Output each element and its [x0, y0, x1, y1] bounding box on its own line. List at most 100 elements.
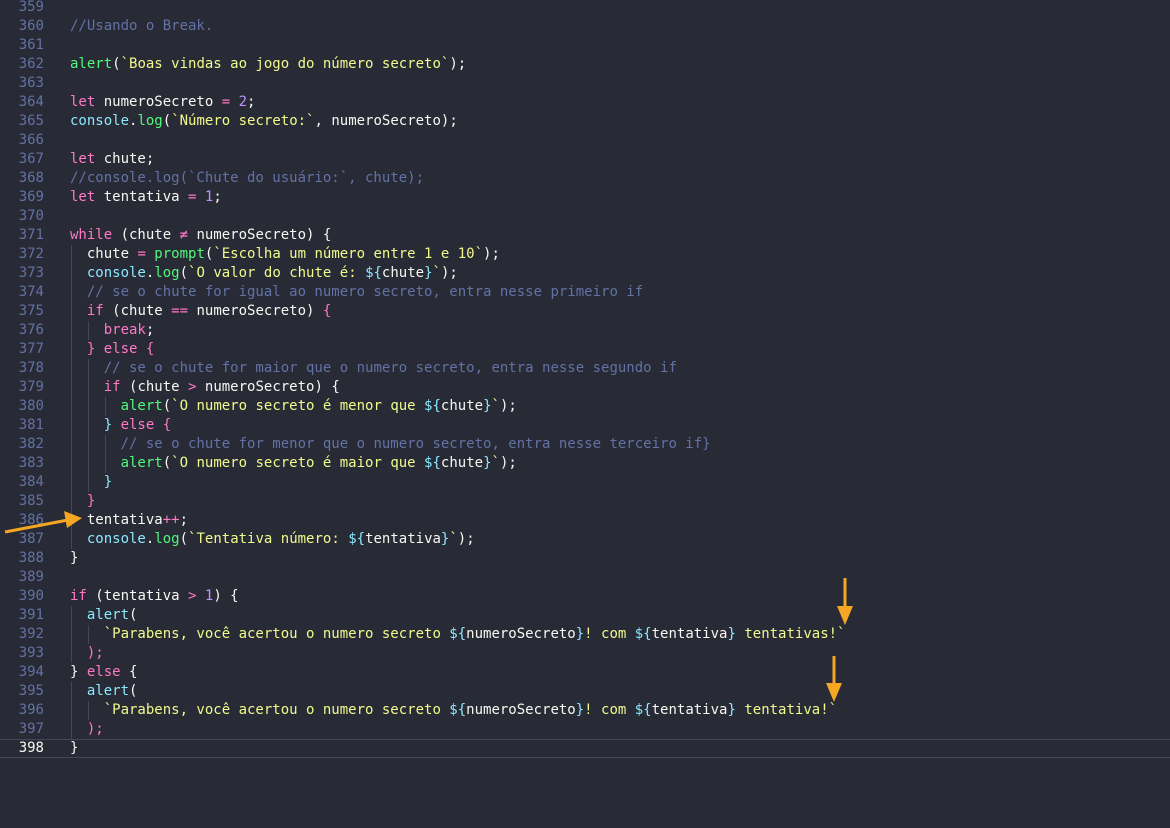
- code-token: console: [86, 265, 146, 281]
- code-line[interactable]: 387 console.log(`Tentativa número: ${tent…: [0, 530, 1170, 549]
- code-line[interactable]: 371 while (chute ≠ numeroSecreto) {: [0, 226, 1170, 245]
- code-line[interactable]: 359: [0, 0, 1170, 17]
- code-line[interactable]: 372 chute = prompt(`Escolha um número ent…: [0, 245, 1170, 264]
- code-lines[interactable]: 359 360//Usando o Break. 361 362 alert(`Boas…: [0, 0, 1170, 758]
- code-token: >: [188, 379, 205, 395]
- code-line[interactable]: 367 let chute;: [0, 150, 1170, 169]
- code-text: alert(: [87, 606, 138, 625]
- indent-guide: [71, 511, 72, 530]
- code-token: prompt: [154, 246, 205, 262]
- indent-guide: [71, 435, 72, 454]
- code-line[interactable]: 397);: [0, 720, 1170, 739]
- code-line[interactable]: 377} else {: [0, 340, 1170, 359]
- line-number: 371: [18, 227, 44, 243]
- line-number: 367: [18, 151, 44, 167]
- code-line[interactable]: 384}: [0, 473, 1170, 492]
- code-line[interactable]: 361: [0, 36, 1170, 55]
- code-token: else: [86, 664, 130, 680]
- code-token: if: [86, 303, 113, 319]
- code-line[interactable]: 382 // se o chute for menor que o numero …: [0, 435, 1170, 454]
- code-token: ${: [424, 455, 441, 471]
- code-line[interactable]: 381} else {: [0, 416, 1170, 435]
- code-token: (: [162, 455, 172, 471]
- code-line[interactable]: 395 alert(: [0, 682, 1170, 701]
- code-token: }: [70, 550, 79, 566]
- code-token: );: [499, 455, 517, 471]
- indent-guide: [87, 359, 89, 378]
- code-token: {: [129, 664, 138, 680]
- line-number: 374: [18, 284, 44, 300]
- code-line[interactable]: 363: [0, 74, 1170, 93]
- code-token: } else {: [86, 341, 155, 357]
- indent-guide: [104, 397, 106, 416]
- code-line[interactable]: 374 // se o chute for igual ao numero sec…: [0, 283, 1170, 302]
- code-token: ${: [634, 702, 652, 718]
- code-token: break: [103, 322, 146, 338]
- code-text: `Parabens, você acertou o numero secreto…: [104, 701, 837, 720]
- code-line[interactable]: 362 alert(`Boas vindas ao jogo do número …: [0, 55, 1170, 74]
- indent-guide: [71, 264, 72, 283]
- code-token: `Boas vindas ao jogo do número secreto`: [120, 56, 450, 72]
- code-token: (: [129, 683, 138, 699]
- code-token: let: [70, 94, 104, 110]
- code-line[interactable]: 390 if (tentativa > 1) {: [0, 587, 1170, 606]
- code-line[interactable]: 369 let tentativa = 1;: [0, 188, 1170, 207]
- code-editor[interactable]: 359 360//Usando o Break. 361 362 alert(`Boas…: [0, 0, 1170, 828]
- code-line[interactable]: 383 alert(`O numero secreto é maior que $…: [0, 454, 1170, 473]
- code-token: `: [432, 265, 441, 281]
- code-token: tentativa!`: [735, 702, 838, 718]
- code-line[interactable]: 373 console.log(`O valor do chute é: ${ch…: [0, 264, 1170, 283]
- code-text: `Parabens, você acertou o numero secreto…: [104, 625, 846, 644]
- code-line[interactable]: 393);: [0, 644, 1170, 663]
- code-token: }: [727, 702, 736, 718]
- line-number: 382: [18, 436, 44, 452]
- code-line[interactable]: 392 `Parabens, você acertou o numero secr…: [0, 625, 1170, 644]
- code-line[interactable]: 389: [0, 568, 1170, 587]
- code-token: {: [322, 303, 332, 319]
- code-token: `Escolha um número entre 1 e 10`: [213, 246, 484, 262]
- code-token: `Tentativa número:: [188, 531, 349, 547]
- code-line[interactable]: 375 if (chute == numeroSecreto) {: [0, 302, 1170, 321]
- code-line[interactable]: 368 //console.log(`Chute do usuário:`, ch…: [0, 169, 1170, 188]
- code-text: let tentativa = 1;: [70, 188, 222, 207]
- code-token: }: [575, 626, 585, 642]
- code-line[interactable]: 394} else {: [0, 663, 1170, 682]
- code-text: //Usando o Break.: [70, 17, 213, 36]
- code-line[interactable]: 391 alert(: [0, 606, 1170, 625]
- line-number: 359: [18, 0, 44, 15]
- code-line[interactable]: 388}: [0, 549, 1170, 568]
- indent-guide: [104, 454, 106, 473]
- code-line[interactable]: 370: [0, 207, 1170, 226]
- line-number: 366: [18, 132, 44, 148]
- code-token: chute: [381, 265, 425, 281]
- code-token: , numeroSecreto);: [314, 113, 458, 129]
- code-line[interactable]: 379 if (chute > numeroSecreto) {: [0, 378, 1170, 397]
- line-number: 384: [18, 474, 44, 490]
- code-token: ;: [213, 189, 222, 205]
- code-token: log: [137, 113, 163, 129]
- code-line[interactable]: 366: [0, 131, 1170, 150]
- code-token: }: [103, 417, 121, 433]
- code-text: // se o chute for menor que o numero sec…: [121, 435, 711, 454]
- code-line[interactable]: 378 // se o chute for maior que o numero …: [0, 359, 1170, 378]
- code-line[interactable]: 360 //Usando o Break.: [0, 17, 1170, 36]
- code-token: );: [440, 265, 458, 281]
- code-text: break;: [104, 321, 155, 340]
- code-line[interactable]: 365 console.log(`Número secreto:`, numero…: [0, 112, 1170, 131]
- code-token: );: [483, 246, 500, 262]
- code-line[interactable]: 364 let numeroSecreto = 2;: [0, 93, 1170, 112]
- code-line[interactable]: 385}: [0, 492, 1170, 511]
- indent-guide: [71, 606, 72, 625]
- code-line[interactable]: 386 tentativa++;: [0, 511, 1170, 530]
- code-token: ! com: [584, 626, 635, 642]
- code-text: }: [87, 492, 95, 511]
- code-token: `: [449, 531, 458, 547]
- code-token: `Parabens, você acertou o numero secreto: [103, 702, 450, 718]
- code-token: (: [129, 607, 138, 623]
- code-text: }: [104, 473, 112, 492]
- code-line[interactable]: 380 alert(`O numero secreto é menor que $…: [0, 397, 1170, 416]
- code-line[interactable]: 398}: [0, 739, 1170, 758]
- code-line[interactable]: 376 break;: [0, 321, 1170, 340]
- indent-guide: [71, 378, 72, 397]
- code-line[interactable]: 396 `Parabens, você acertou o numero secr…: [0, 701, 1170, 720]
